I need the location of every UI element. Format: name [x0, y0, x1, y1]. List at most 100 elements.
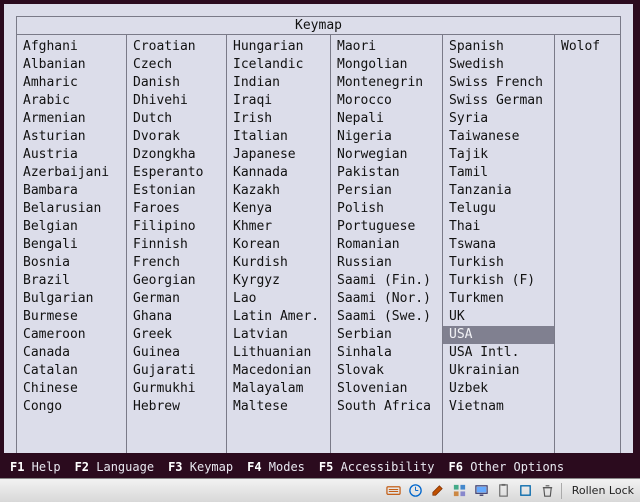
keymap-option[interactable]: Ukrainian: [443, 362, 554, 380]
keymap-option[interactable]: Guinea: [127, 344, 226, 362]
fkey-f4[interactable]: F4 Modes: [247, 460, 305, 474]
keymap-option[interactable]: Latin Amer.: [227, 308, 330, 326]
keymap-option[interactable]: Tajik: [443, 146, 554, 164]
trash-icon[interactable]: [540, 483, 555, 498]
keymap-option[interactable]: Tanzania: [443, 182, 554, 200]
keymap-option[interactable]: Korean: [227, 236, 330, 254]
keymap-option[interactable]: Morocco: [331, 92, 442, 110]
keymap-option[interactable]: Italian: [227, 128, 330, 146]
keymap-option[interactable]: Norwegian: [331, 146, 442, 164]
keymap-option[interactable]: Congo: [17, 398, 126, 416]
keymap-option[interactable]: Belarusian: [17, 200, 126, 218]
keymap-option[interactable]: Macedonian: [227, 362, 330, 380]
keymap-option[interactable]: Indian: [227, 74, 330, 92]
keymap-option[interactable]: Kurdish: [227, 254, 330, 272]
keymap-option[interactable]: Swedish: [443, 56, 554, 74]
keymap-option[interactable]: Finnish: [127, 236, 226, 254]
keymap-option[interactable]: Estonian: [127, 182, 226, 200]
monitor-icon[interactable]: [474, 483, 489, 498]
keymap-option[interactable]: Uzbek: [443, 380, 554, 398]
keymap-option[interactable]: Hungarian: [227, 38, 330, 56]
keymap-option[interactable]: Chinese: [17, 380, 126, 398]
keymap-option[interactable]: Tamil: [443, 164, 554, 182]
keymap-option[interactable]: Bosnia: [17, 254, 126, 272]
keymap-option[interactable]: Dzongkha: [127, 146, 226, 164]
keymap-option[interactable]: Canada: [17, 344, 126, 362]
keymap-option[interactable]: Greek: [127, 326, 226, 344]
keymap-option[interactable]: Maltese: [227, 398, 330, 416]
keymap-option[interactable]: Cameroon: [17, 326, 126, 344]
keymap-option[interactable]: Spanish: [443, 38, 554, 56]
keymap-option[interactable]: Portuguese: [331, 218, 442, 236]
keymap-option[interactable]: Danish: [127, 74, 226, 92]
box-icon[interactable]: [518, 483, 533, 498]
keymap-option[interactable]: Ghana: [127, 308, 226, 326]
keymap-option[interactable]: Romanian: [331, 236, 442, 254]
fkey-f1[interactable]: F1 Help: [10, 460, 61, 474]
keymap-option[interactable]: Saami (Nor.): [331, 290, 442, 308]
keymap-option[interactable]: Albanian: [17, 56, 126, 74]
keymap-option[interactable]: Kenya: [227, 200, 330, 218]
keymap-option[interactable]: Turkish (F): [443, 272, 554, 290]
keyboard-icon[interactable]: [386, 483, 401, 498]
keymap-option[interactable]: Bulgarian: [17, 290, 126, 308]
keymap-option[interactable]: Telugu: [443, 200, 554, 218]
keymap-option[interactable]: Vietnam: [443, 398, 554, 416]
keymap-option[interactable]: Turkmen: [443, 290, 554, 308]
keymap-option[interactable]: Slovak: [331, 362, 442, 380]
keymap-option[interactable]: Arabic: [17, 92, 126, 110]
keymap-option[interactable]: Hebrew: [127, 398, 226, 416]
clipboard-icon[interactable]: [496, 483, 511, 498]
keymap-option[interactable]: Asturian: [17, 128, 126, 146]
keymap-option[interactable]: Persian: [331, 182, 442, 200]
keymap-option[interactable]: Tswana: [443, 236, 554, 254]
keymap-option[interactable]: Sinhala: [331, 344, 442, 362]
keymap-option[interactable]: French: [127, 254, 226, 272]
keymap-option[interactable]: Nepali: [331, 110, 442, 128]
fkey-f2[interactable]: F2 Language: [75, 460, 154, 474]
keymap-option[interactable]: Gurmukhi: [127, 380, 226, 398]
keymap-option[interactable]: South Africa: [331, 398, 442, 416]
keymap-option[interactable]: Taiwanese: [443, 128, 554, 146]
keymap-option[interactable]: UK: [443, 308, 554, 326]
keymap-option[interactable]: Serbian: [331, 326, 442, 344]
keymap-option[interactable]: Azerbaijani: [17, 164, 126, 182]
keymap-option[interactable]: Khmer: [227, 218, 330, 236]
keymap-option[interactable]: Bambara: [17, 182, 126, 200]
keymap-option[interactable]: Belgian: [17, 218, 126, 236]
keymap-option[interactable]: Mongolian: [331, 56, 442, 74]
keymap-option[interactable]: Austria: [17, 146, 126, 164]
keymap-option[interactable]: Amharic: [17, 74, 126, 92]
keymap-option[interactable]: Swiss French: [443, 74, 554, 92]
keymap-option[interactable]: Malayalam: [227, 380, 330, 398]
keymap-option[interactable]: USA Intl.: [443, 344, 554, 362]
fkey-f3[interactable]: F3 Keymap: [168, 460, 233, 474]
keymap-option[interactable]: Swiss German: [443, 92, 554, 110]
windows-icon[interactable]: [452, 483, 467, 498]
keymap-option[interactable]: Saami (Fin.): [331, 272, 442, 290]
keymap-option[interactable]: Lao: [227, 290, 330, 308]
keymap-option[interactable]: Kyrgyz: [227, 272, 330, 290]
keymap-option[interactable]: Iraqi: [227, 92, 330, 110]
keymap-option[interactable]: Nigeria: [331, 128, 442, 146]
keymap-option[interactable]: Dutch: [127, 110, 226, 128]
keymap-option[interactable]: Japanese: [227, 146, 330, 164]
keymap-option[interactable]: Filipino: [127, 218, 226, 236]
clock-icon[interactable]: [408, 483, 423, 498]
keymap-option[interactable]: Burmese: [17, 308, 126, 326]
keymap-option[interactable]: Wolof: [555, 38, 620, 56]
keymap-option[interactable]: Latvian: [227, 326, 330, 344]
keymap-option[interactable]: Dhivehi: [127, 92, 226, 110]
keymap-option[interactable]: Czech: [127, 56, 226, 74]
keymap-option[interactable]: Syria: [443, 110, 554, 128]
keymap-option[interactable]: Polish: [331, 200, 442, 218]
keymap-option[interactable]: Esperanto: [127, 164, 226, 182]
keymap-option[interactable]: Thai: [443, 218, 554, 236]
keymap-option[interactable]: Kazakh: [227, 182, 330, 200]
keymap-option[interactable]: Brazil: [17, 272, 126, 290]
keymap-option[interactable]: Slovenian: [331, 380, 442, 398]
keymap-option[interactable]: Irish: [227, 110, 330, 128]
keymap-option[interactable]: Georgian: [127, 272, 226, 290]
keymap-option[interactable]: Croatian: [127, 38, 226, 56]
keymap-option[interactable]: Dvorak: [127, 128, 226, 146]
